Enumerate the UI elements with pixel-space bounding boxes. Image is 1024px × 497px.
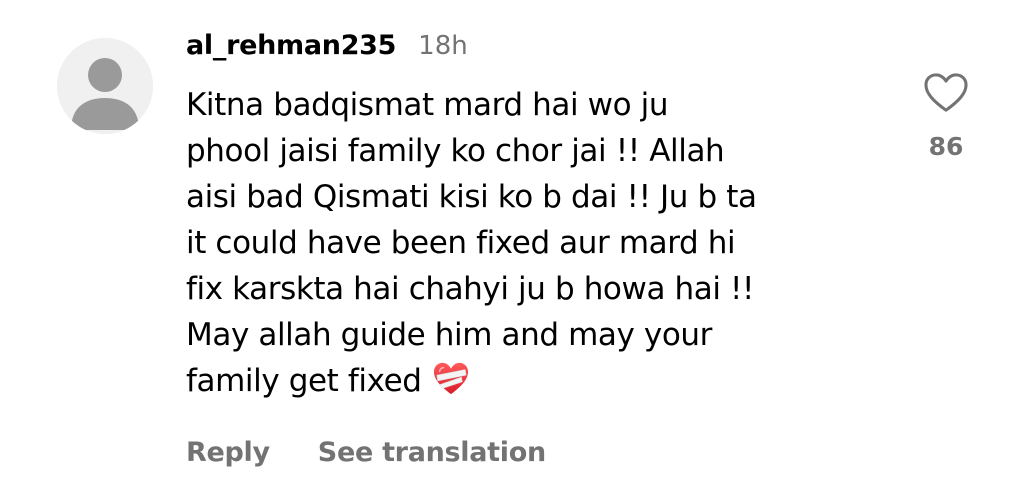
comment-line: aisi bad Qismati kisi ko b dai !! Ju b t…: [186, 179, 757, 215]
comment-line: phool jaisi family ko chor jai !! Allah: [186, 133, 725, 169]
comment-header: al_rehman235 18h: [186, 30, 886, 70]
comment-line: May allah guide him and may your: [186, 317, 712, 353]
see-translation-button[interactable]: See translation: [318, 437, 546, 468]
comment-line: fix karskta hai chahyi ju b howa hai !!: [186, 271, 755, 307]
username-link[interactable]: al_rehman235: [186, 30, 396, 61]
comment-timestamp: 18h: [418, 31, 468, 61]
like-section: 86: [916, 72, 976, 161]
comment-content: al_rehman235 18h Kitna badqismat mard ha…: [186, 30, 886, 404]
avatar[interactable]: [57, 38, 153, 134]
comment-line: it could have been fixed aur mard hi: [186, 225, 736, 261]
comment: al_rehman235 18h Kitna badqismat mard ha…: [0, 0, 1024, 497]
mending-heart-icon: [433, 362, 468, 395]
comment-text: Kitna badqismat mard hai wo ju phool jai…: [186, 82, 886, 404]
default-avatar-icon: [57, 38, 153, 134]
reply-button[interactable]: Reply: [186, 437, 270, 468]
heart-outline-icon[interactable]: [923, 72, 969, 114]
comment-actions: Reply See translation: [186, 430, 546, 474]
comment-line-last: family get fixed: [186, 358, 886, 404]
comment-line: Kitna badqismat mard hai wo ju: [186, 87, 669, 123]
like-count: 86: [928, 132, 964, 161]
comment-line-text: family get fixed: [186, 363, 422, 399]
